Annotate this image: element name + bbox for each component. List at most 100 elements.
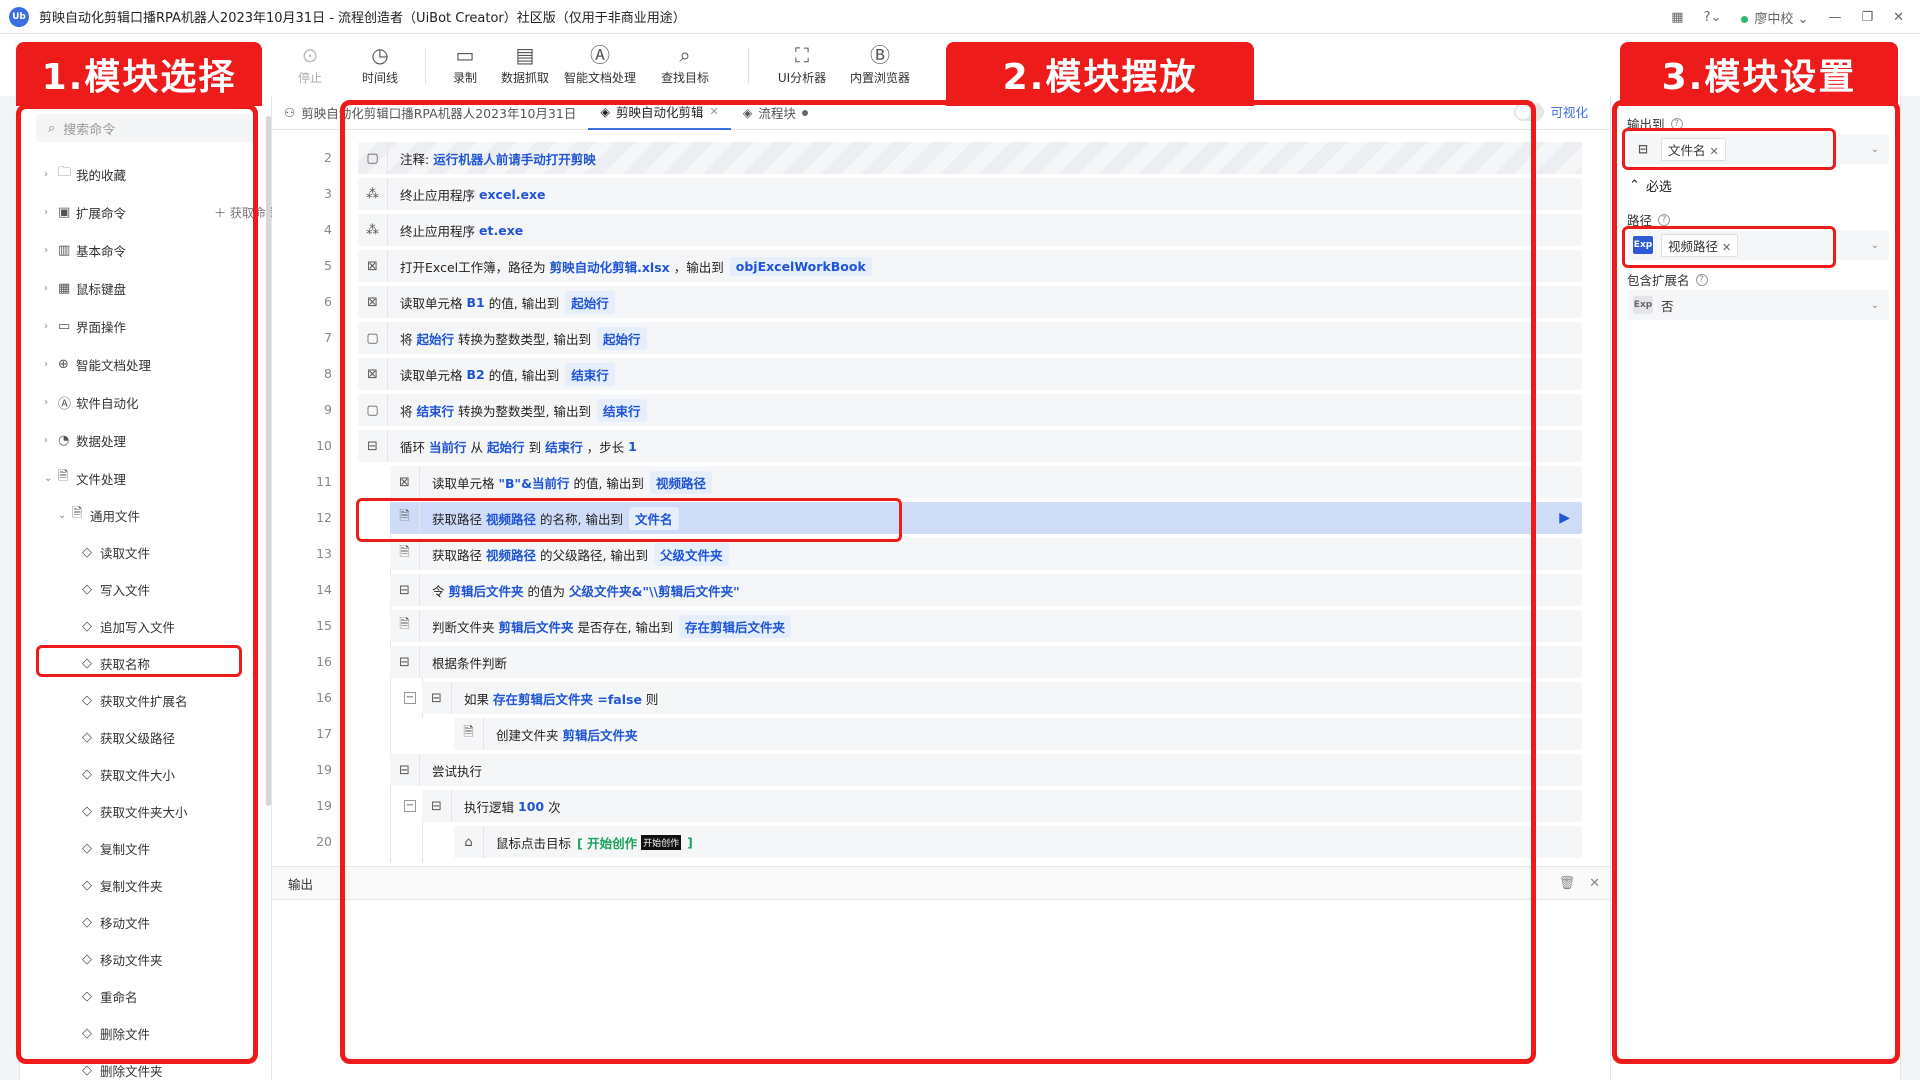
tree-item-basic[interactable]: › ▥ 基本命令 <box>44 238 126 262</box>
command-get-parent[interactable]: ◇ 获取父级路径 <box>82 725 175 749</box>
tab-flow-edit[interactable]: ◈ 剪映自动化剪辑 ✕ <box>588 95 731 130</box>
search-input[interactable]: ⌕ 搜索命令 <box>36 114 256 142</box>
try-block[interactable]: ⊟ 尝试执行 <box>390 754 1582 786</box>
command-move-file[interactable]: ◇ 移动文件 <box>82 910 150 934</box>
command-block[interactable]: ⌂ 鼠标点击目标[ 开始创作 开始创作] <box>454 826 1582 858</box>
tree-item-ui[interactable]: › ▭ 界面操作 <box>44 314 126 338</box>
timeline-button[interactable]: ◷ 时间线 <box>340 34 420 96</box>
tree-item-favorites[interactable]: › 🗀 我的收藏 <box>44 162 126 186</box>
ai-doc-icon: ⊕ <box>58 356 69 372</box>
command-block[interactable]: ▢ 注释: 运行机器人前请手动打开剪映 <box>358 142 1582 174</box>
help-icon[interactable]: ? <box>1670 117 1683 130</box>
smart-doc-button[interactable]: Ⓐ 智能文档处理 <box>560 34 640 96</box>
layout-icon[interactable]: ▦ <box>1671 10 1683 25</box>
loop-block[interactable]: ⊟ 循环 当前行从起始行到结束行 ，步长 1 <box>358 430 1582 462</box>
tab-project[interactable]: ⚇ 剪映自动化剪辑口播RPA机器人2023年10月31日 <box>272 96 588 130</box>
convert-icon: ▢ <box>358 322 388 354</box>
expression-icon[interactable]: Exp <box>1633 296 1653 314</box>
tree-item-file[interactable]: ⌄ 🗎 文件处理 <box>44 466 126 490</box>
collapse-icon[interactable]: − <box>404 800 416 812</box>
left-side-strip[interactable] <box>0 96 20 1080</box>
tree-item-software[interactable]: › Ⓐ 软件自动化 <box>44 390 139 414</box>
condition-block[interactable]: ⊟ 根据条件判断 <box>390 646 1582 678</box>
stop-button[interactable]: ⊙ 停止 <box>270 34 350 96</box>
browser-button[interactable]: Ⓑ 内置浏览器 <box>840 34 920 96</box>
code-row: 11 ⊠ 读取单元格 "B"&当前行 的值, 输出到 视频路径 <box>272 464 1610 500</box>
path-field[interactable]: Exp 视频路径 ✕ ⌄ <box>1627 230 1889 260</box>
right-side-strip[interactable] <box>1900 96 1920 1080</box>
command-get-name[interactable]: ◇ 获取名称 <box>82 651 150 675</box>
command-block[interactable]: ⊠ 读取单元格 B2 的值, 输出到 结束行 <box>358 358 1582 390</box>
tree-item-general-file[interactable]: ⌄ 🗎 通用文件 <box>58 503 140 527</box>
command-block[interactable]: ⊠ 读取单元格 B1 的值, 输出到 起始行 <box>358 286 1582 318</box>
help-icon[interactable]: ? <box>1695 273 1708 286</box>
user-menu[interactable]: 廖中校 ⌄ <box>1741 8 1808 27</box>
command-block[interactable]: 🗎 创建文件夹 剪辑后文件夹 <box>454 718 1582 750</box>
command-copy-folder[interactable]: ◇ 复制文件夹 <box>82 873 163 897</box>
command-block[interactable]: 🗎 判断文件夹 剪辑后文件夹 是否存在, 输出到 存在剪辑后文件夹 <box>390 610 1582 642</box>
close-tab-icon[interactable]: ✕ <box>709 105 718 118</box>
command-block[interactable]: ⁂ 终止应用程序 et.exe <box>358 214 1582 246</box>
tree-item-smart-doc[interactable]: › ⊕ 智能文档处理 <box>44 352 151 376</box>
command-block-get-name[interactable]: 🗎 获取路径 视频路径 的名称, 输出到 文件名 ▶ <box>390 502 1582 534</box>
remove-tag-icon[interactable]: ✕ <box>1722 241 1731 254</box>
data-capture-button[interactable]: ▤ 数据抓取 <box>485 34 565 96</box>
chevron-down-icon[interactable]: ⌄ <box>1871 300 1879 311</box>
tree-item-mouse-keyboard[interactable]: › ▦ 鼠标键盘 <box>44 276 126 300</box>
minimize-icon[interactable]: — <box>1828 10 1841 25</box>
command-delete-folder[interactable]: ◇ 删除文件夹 <box>82 1058 163 1080</box>
command-append-file[interactable]: ◇ 追加写入文件 <box>82 614 175 638</box>
command-copy-file[interactable]: ◇ 复制文件 <box>82 836 150 860</box>
repeat-block[interactable]: ⊟ 执行逻辑 100 次 <box>422 790 1582 822</box>
required-section-toggle[interactable]: ⌃ 必选 <box>1629 176 1672 195</box>
command-get-extension[interactable]: ◇ 获取文件扩展名 <box>82 688 188 712</box>
close-icon[interactable]: ✕ <box>1893 10 1904 25</box>
loop-icon: ⊟ <box>358 430 388 462</box>
help-icon[interactable]: ? <box>1658 213 1671 226</box>
find-target-button[interactable]: ⌕ 查找目标 <box>645 34 725 96</box>
tree-item-extension[interactable]: › ▣ 扩展命令＋ 获取命令 <box>44 200 278 224</box>
diamond-icon: ◇ <box>82 840 92 856</box>
remove-tag-icon[interactable]: ✕ <box>1710 145 1719 158</box>
trash-icon[interactable]: 🗑 <box>1559 876 1576 891</box>
ui-analyzer-button[interactable]: ⛶ UI分析器 <box>762 34 842 96</box>
command-block[interactable]: ⊠ 读取单元格 "B"&当前行 的值, 输出到 视频路径 <box>390 466 1582 498</box>
command-read-file[interactable]: ◇ 读取文件 <box>82 540 150 564</box>
restore-icon[interactable]: ❐ <box>1861 10 1873 25</box>
collapse-icon[interactable]: − <box>404 692 416 704</box>
if-block[interactable]: ⊟ 如果 存在剪辑后文件夹 =false 则 <box>422 682 1582 714</box>
command-block[interactable]: 🗎 获取路径 视频路径 的父级路径, 输出到 父级文件夹 <box>390 538 1582 570</box>
output-to-field[interactable]: ⊟ 文件名 ✕ ⌄ <box>1627 134 1889 164</box>
diamond-icon: ◇ <box>82 655 92 671</box>
include-ext-select[interactable]: Exp 否 ⌄ <box>1627 290 1889 320</box>
help-icon[interactable]: ?⌄ <box>1704 10 1722 25</box>
command-block[interactable]: ⁂ 终止应用程序 excel.exe <box>358 178 1582 210</box>
tree-item-data[interactable]: › ◔ 数据处理 <box>44 428 126 452</box>
find-target-icon: ⌕ <box>679 42 691 67</box>
diamond-icon: ◇ <box>82 581 92 597</box>
left-scrollbar[interactable] <box>266 116 271 806</box>
command-write-file[interactable]: ◇ 写入文件 <box>82 577 150 601</box>
mouse-icon: ⌂ <box>454 826 484 858</box>
excel-icon: ⊠ <box>358 358 388 390</box>
extension-icon: ▣ <box>58 204 71 220</box>
code-row: 14 ⊟ 令剪辑后文件夹 的值为 父级文件夹&"\\剪辑后文件夹" <box>272 572 1610 608</box>
expression-icon[interactable]: Exp <box>1633 236 1653 254</box>
toggle-switch[interactable] <box>1514 102 1545 121</box>
command-rename[interactable]: ◇ 重命名 <box>82 984 138 1008</box>
close-icon[interactable]: ✕ <box>1589 876 1600 891</box>
command-move-folder[interactable]: ◇ 移动文件夹 <box>82 947 163 971</box>
command-block[interactable]: ▢ 将结束行 转换为整数类型, 输出到 结束行 <box>358 394 1582 426</box>
command-block[interactable]: ⊠ 打开Excel工作簿，路径为 剪映自动化剪辑.xlsx ，输出到 objExcelW… <box>358 250 1582 282</box>
command-file-size[interactable]: ◇ 获取文件大小 <box>82 762 175 786</box>
chevron-down-icon[interactable]: ⌄ <box>1871 144 1879 155</box>
run-line-icon[interactable]: ▶ <box>1559 510 1570 526</box>
command-folder-size[interactable]: ◇ 获取文件夹大小 <box>82 799 188 823</box>
tab-flow-block[interactable]: ◈ 流程块 <box>731 96 820 130</box>
command-delete-file[interactable]: ◇ 删除文件 <box>82 1021 150 1045</box>
command-block[interactable]: ⊟ 令剪辑后文件夹 的值为 父级文件夹&"\\剪辑后文件夹" <box>390 574 1582 606</box>
visualize-toggle[interactable]: 可视化 <box>1514 102 1588 121</box>
command-block[interactable]: ▢ 将起始行 转换为整数类型, 输出到 起始行 <box>358 322 1582 354</box>
chevron-down-icon[interactable]: ⌄ <box>1871 240 1879 251</box>
chevron-right-icon: › <box>44 358 48 370</box>
